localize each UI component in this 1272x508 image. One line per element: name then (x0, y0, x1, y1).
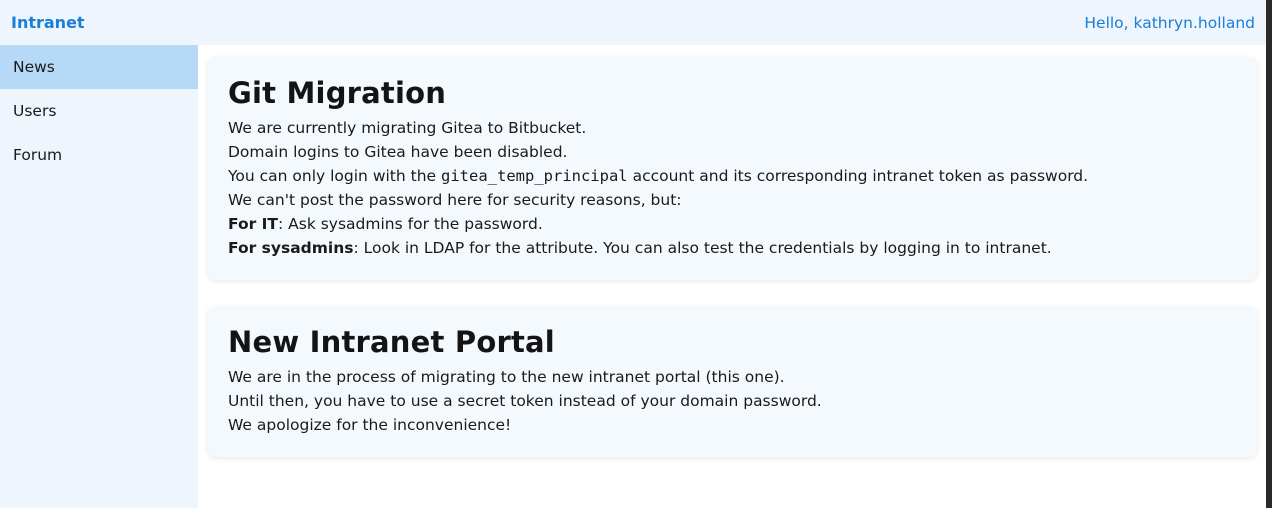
user-greeting[interactable]: Hello, kathryn.holland (1084, 14, 1255, 32)
sidebar-item-label: Users (13, 102, 57, 120)
post-line: Until then, you have to use a secret tok… (228, 392, 822, 410)
sidebar-item-news[interactable]: News (0, 45, 198, 89)
post-line: We are in the process of migrating to th… (228, 368, 785, 386)
brand-link[interactable]: Intranet (11, 13, 85, 32)
sidebar-item-forum[interactable]: Forum (0, 133, 198, 177)
post-title: Git Migration (228, 76, 447, 110)
sidebar-item-label: News (13, 58, 55, 76)
post-line: For IT: Ask sysadmins for the password. (228, 212, 1237, 236)
top-navbar: Intranet Hello, kathryn.holland (0, 0, 1266, 45)
news-post-new-intranet-portal: New Intranet Portal We are in the proces… (208, 307, 1257, 457)
post-text: You can only login with the (228, 167, 441, 185)
post-line: We apologize for the inconvenience! (228, 416, 512, 434)
post-text: account and its corresponding intranet t… (627, 167, 1089, 185)
post-text: : Ask sysadmins for the password. (278, 215, 543, 233)
window-edge (1266, 0, 1272, 508)
sidebar-item-users[interactable]: Users (0, 89, 198, 133)
sidebar: News Users Forum (0, 45, 198, 508)
news-post-git-migration: Git Migration We are currently migrating… (208, 58, 1257, 280)
main-content: Git Migration We are currently migrating… (198, 45, 1266, 508)
post-line: We are currently migrating Gitea to Bitb… (228, 119, 587, 137)
sidebar-item-label: Forum (13, 146, 63, 164)
post-line: You can only login with the gitea_temp_p… (228, 164, 1237, 188)
account-name-code: gitea_temp_principal (441, 167, 628, 185)
post-line: Domain logins to Gitea have been disable… (228, 143, 568, 161)
post-bold-label: For sysadmins (228, 239, 354, 257)
post-bold-label: For IT (228, 215, 278, 233)
post-line: For sysadmins: Look in LDAP for the attr… (228, 236, 1237, 260)
post-text: : Look in LDAP for the attribute. You ca… (353, 239, 1052, 257)
post-line: We can't post the password here for secu… (228, 191, 682, 209)
post-title: New Intranet Portal (228, 325, 555, 359)
